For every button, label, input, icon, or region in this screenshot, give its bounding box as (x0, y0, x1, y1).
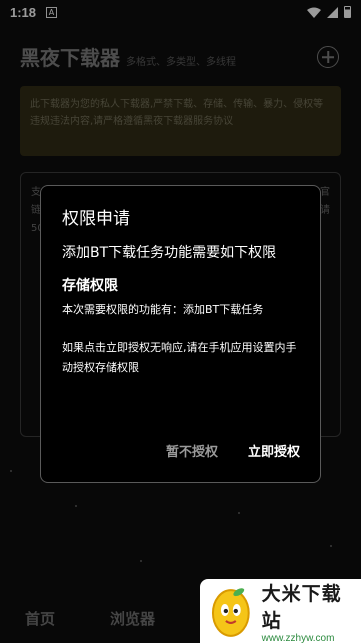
dialog-buttons: 暂不授权 立即授权 (166, 441, 300, 460)
watermark-url: www.zzhyw.com (261, 632, 335, 643)
permission-dialog: 权限申请 添加BT下载任务功能需要如下权限 存储权限 本次需要权限的功能有：添加… (40, 185, 321, 483)
dialog-hint: 如果点击立即授权无响应,请在手机应用设置内手动授权存储权限 (62, 341, 297, 374)
grant-button[interactable]: 立即授权 (248, 441, 300, 460)
dialog-title: 权限申请 (62, 209, 130, 229)
watermark-logo: 大米下载站 www.zzhyw.com (200, 579, 361, 643)
permission-description: 本次需要权限的功能有：添加BT下载任务 (62, 303, 264, 316)
dialog-message: 添加BT下载任务功能需要如下权限 (62, 245, 277, 261)
permission-title: 存储权限 (62, 278, 118, 294)
rice-mascot-icon (211, 588, 250, 637)
watermark-text: 大米下载站 www.zzhyw.com (262, 579, 361, 643)
watermark-name: 大米下载站 (261, 582, 342, 632)
deny-button[interactable]: 暂不授权 (166, 441, 218, 460)
